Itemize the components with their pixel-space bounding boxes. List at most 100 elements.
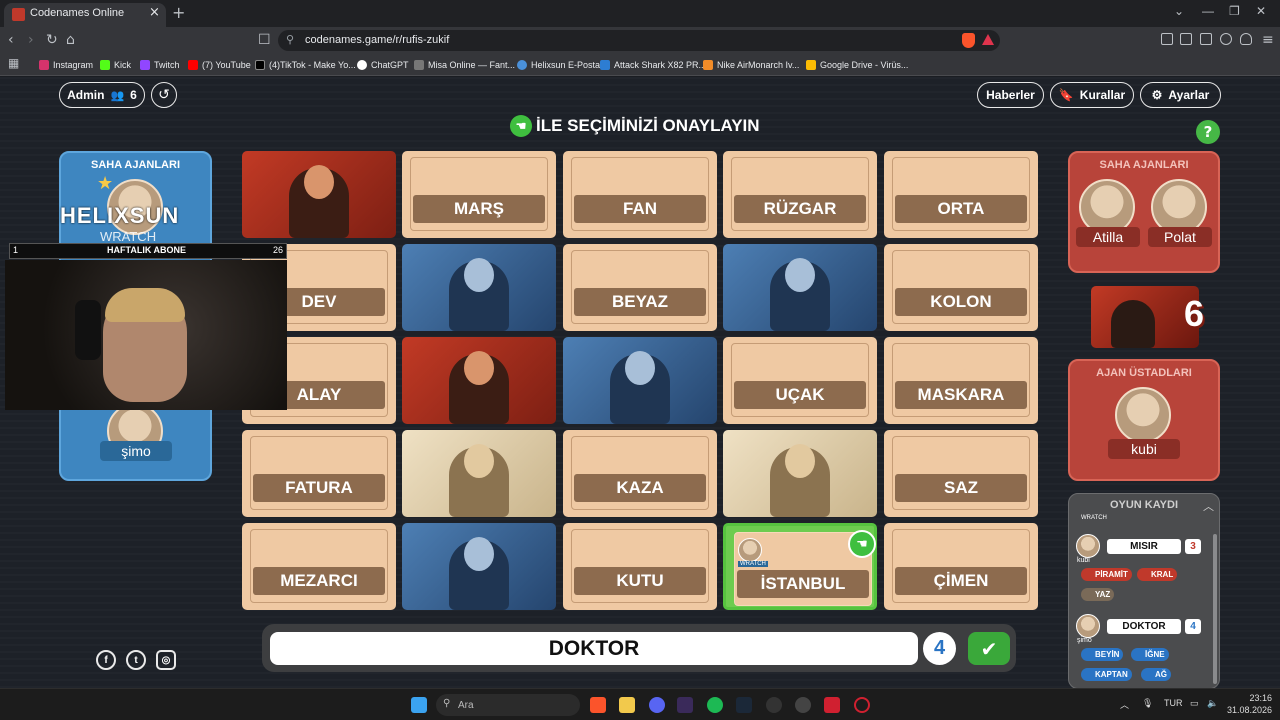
nzxt-icon[interactable] bbox=[677, 697, 693, 713]
bookmark-twitch[interactable]: Twitch bbox=[140, 58, 180, 72]
discord-icon[interactable] bbox=[649, 697, 665, 713]
card-20[interactable]: MEZARCI bbox=[242, 523, 396, 610]
blue-operatives-title: SAHA AJANLARI bbox=[90, 159, 181, 171]
sub-goal-label: HAFTALIK ABONE bbox=[107, 245, 186, 255]
blue-agent-card-21[interactable] bbox=[402, 523, 556, 610]
bookmark-misa[interactable]: Misa Online — Fant... bbox=[414, 58, 515, 72]
windows-start-icon[interactable] bbox=[411, 697, 427, 713]
bookmark-google-drive[interactable]: Google Drive - Virüs... bbox=[806, 58, 908, 72]
card-9[interactable]: KOLON bbox=[884, 244, 1038, 331]
brave-rewards-icon[interactable] bbox=[982, 34, 994, 45]
app-red-icon[interactable] bbox=[824, 697, 840, 713]
tab-codenames[interactable]: Codenames Online × bbox=[4, 3, 166, 27]
site-info-icon[interactable]: ⚲ bbox=[286, 33, 294, 46]
card-word: FATURA bbox=[253, 474, 385, 502]
leo-ai-icon[interactable] bbox=[1220, 33, 1232, 45]
game-log-title: OYUN KAYDI bbox=[1109, 499, 1179, 511]
red-agent-card-0[interactable] bbox=[242, 151, 396, 238]
new-tab-icon[interactable]: + bbox=[172, 3, 185, 22]
game-area: Admin 👥 6 ↺ Haberler 🔖 Kurallar ⚙ Ayarla… bbox=[0, 77, 1280, 689]
bookmark-kick[interactable]: Kick bbox=[100, 58, 131, 72]
back-icon[interactable]: ‹ bbox=[8, 32, 14, 48]
system-clock[interactable]: 23:16 31.08.2026 bbox=[1222, 692, 1272, 716]
bookmark-youtube[interactable]: (7) YouTube bbox=[188, 58, 251, 72]
players-icon: 👥 bbox=[110, 89, 125, 102]
reload-icon[interactable]: ↻ bbox=[46, 32, 58, 48]
twitter-icon[interactable]: t bbox=[126, 650, 146, 670]
bookmark-nike[interactable]: Nike AirMonarch Iv... bbox=[703, 58, 799, 72]
microphone-icon[interactable]: 🎙 bbox=[1142, 698, 1153, 709]
brave-shield-icon[interactable] bbox=[962, 33, 975, 48]
card-4[interactable]: ORTA bbox=[884, 151, 1038, 238]
instagram-icon[interactable]: ◎ bbox=[156, 650, 176, 670]
question-icon: ? bbox=[1203, 123, 1213, 141]
extensions-icon[interactable] bbox=[1161, 33, 1173, 45]
card-22[interactable]: KUTU bbox=[563, 523, 717, 610]
bookmark-page-icon[interactable]: ☐ bbox=[258, 32, 271, 48]
wallet-icon[interactable] bbox=[1200, 33, 1212, 45]
taskbar-search[interactable]: ⚲ Ara bbox=[436, 694, 580, 716]
tray-chevron-icon[interactable]: ︿ bbox=[1120, 698, 1129, 711]
neutral-card-16[interactable] bbox=[402, 430, 556, 517]
log-scrollbar[interactable] bbox=[1213, 534, 1217, 684]
monitor-icon[interactable]: ▭ bbox=[1190, 698, 1199, 709]
close-window-icon[interactable]: ✕ bbox=[1256, 4, 1266, 18]
tab-close-icon[interactable]: × bbox=[149, 5, 160, 20]
menu-icon[interactable]: ≡ bbox=[1262, 32, 1274, 48]
file-explorer-icon[interactable] bbox=[619, 697, 635, 713]
card-23[interactable]: İSTANBUL WRATCH ☚ bbox=[723, 523, 877, 610]
rules-button[interactable]: 🔖 Kurallar bbox=[1050, 82, 1134, 108]
search-icon: ⚲ bbox=[443, 698, 451, 709]
settings-app-icon[interactable] bbox=[795, 697, 811, 713]
blue-agent-card-8[interactable] bbox=[723, 244, 877, 331]
card-14[interactable]: MASKARA bbox=[884, 337, 1038, 424]
card-1[interactable]: MARŞ bbox=[402, 151, 556, 238]
minimize-icon[interactable]: — bbox=[1202, 4, 1214, 18]
end-guessing-button[interactable]: ✔ bbox=[968, 632, 1010, 665]
bookmark-chatgpt[interactable]: ChatGPT bbox=[357, 58, 409, 72]
card-15[interactable]: FATURA bbox=[242, 430, 396, 517]
facebook-icon[interactable]: f bbox=[96, 650, 116, 670]
url-field[interactable]: ⚲ codenames.game/r/rufis-zukif bbox=[278, 30, 1000, 51]
home-icon[interactable]: ⌂ bbox=[66, 32, 75, 48]
settings-button[interactable]: ⚙ Ayarlar bbox=[1140, 82, 1221, 108]
apps-grid-icon[interactable]: ▦ bbox=[8, 56, 19, 70]
neutral-card-18[interactable] bbox=[723, 430, 877, 517]
volume-icon[interactable]: 🔈 bbox=[1207, 698, 1218, 709]
instagram-icon bbox=[39, 60, 49, 70]
card-19[interactable]: SAZ bbox=[884, 430, 1038, 517]
sidebar-icon[interactable] bbox=[1180, 33, 1192, 45]
blue-agent-card-12[interactable] bbox=[563, 337, 717, 424]
bookmark-tiktok[interactable]: (4)TikTok - Make Yo... bbox=[255, 58, 356, 72]
collapse-icon[interactable]: ︿ bbox=[1203, 498, 1214, 514]
card-13[interactable]: UÇAK bbox=[723, 337, 877, 424]
forward-icon[interactable]: › bbox=[28, 32, 34, 48]
red-agent-card-11[interactable] bbox=[402, 337, 556, 424]
bookmark-instagram[interactable]: Instagram bbox=[39, 58, 93, 72]
brave-browser-icon[interactable] bbox=[590, 697, 606, 713]
obs-icon[interactable] bbox=[766, 697, 782, 713]
language-indicator[interactable]: TUR bbox=[1164, 698, 1183, 708]
card-word: MASKARA bbox=[895, 381, 1027, 409]
card-2[interactable]: FAN bbox=[563, 151, 717, 238]
blue-agent-card-6[interactable] bbox=[402, 244, 556, 331]
restore-icon[interactable]: ❐ bbox=[1229, 4, 1240, 18]
card-3[interactable]: RÜZGAR bbox=[723, 151, 877, 238]
bookmark-attack-shark[interactable]: Attack Shark X82 PR... bbox=[600, 58, 706, 72]
spotify-icon[interactable] bbox=[707, 697, 723, 713]
card-17[interactable]: KAZA bbox=[563, 430, 717, 517]
card-7[interactable]: BEYAZ bbox=[563, 244, 717, 331]
opera-icon[interactable] bbox=[854, 697, 870, 713]
history-button[interactable]: ↺ bbox=[151, 82, 177, 108]
help-button[interactable]: ? bbox=[1196, 120, 1220, 144]
confirm-tap-button[interactable]: ☚ bbox=[848, 530, 876, 558]
card-24[interactable]: ÇİMEN bbox=[884, 523, 1038, 610]
red-spymaster-name: kubi bbox=[1108, 439, 1180, 459]
news-button[interactable]: Haberler bbox=[977, 82, 1044, 108]
vpn-icon[interactable] bbox=[1240, 33, 1252, 45]
card-word: KAZA bbox=[574, 474, 706, 502]
admin-button[interactable]: Admin 👥 6 bbox=[59, 82, 145, 108]
steam-icon[interactable] bbox=[736, 697, 752, 713]
tab-search-icon[interactable]: ⌄ bbox=[1174, 4, 1184, 18]
bookmark-helixsun[interactable]: Helixsun E-Posta bbox=[517, 58, 600, 72]
